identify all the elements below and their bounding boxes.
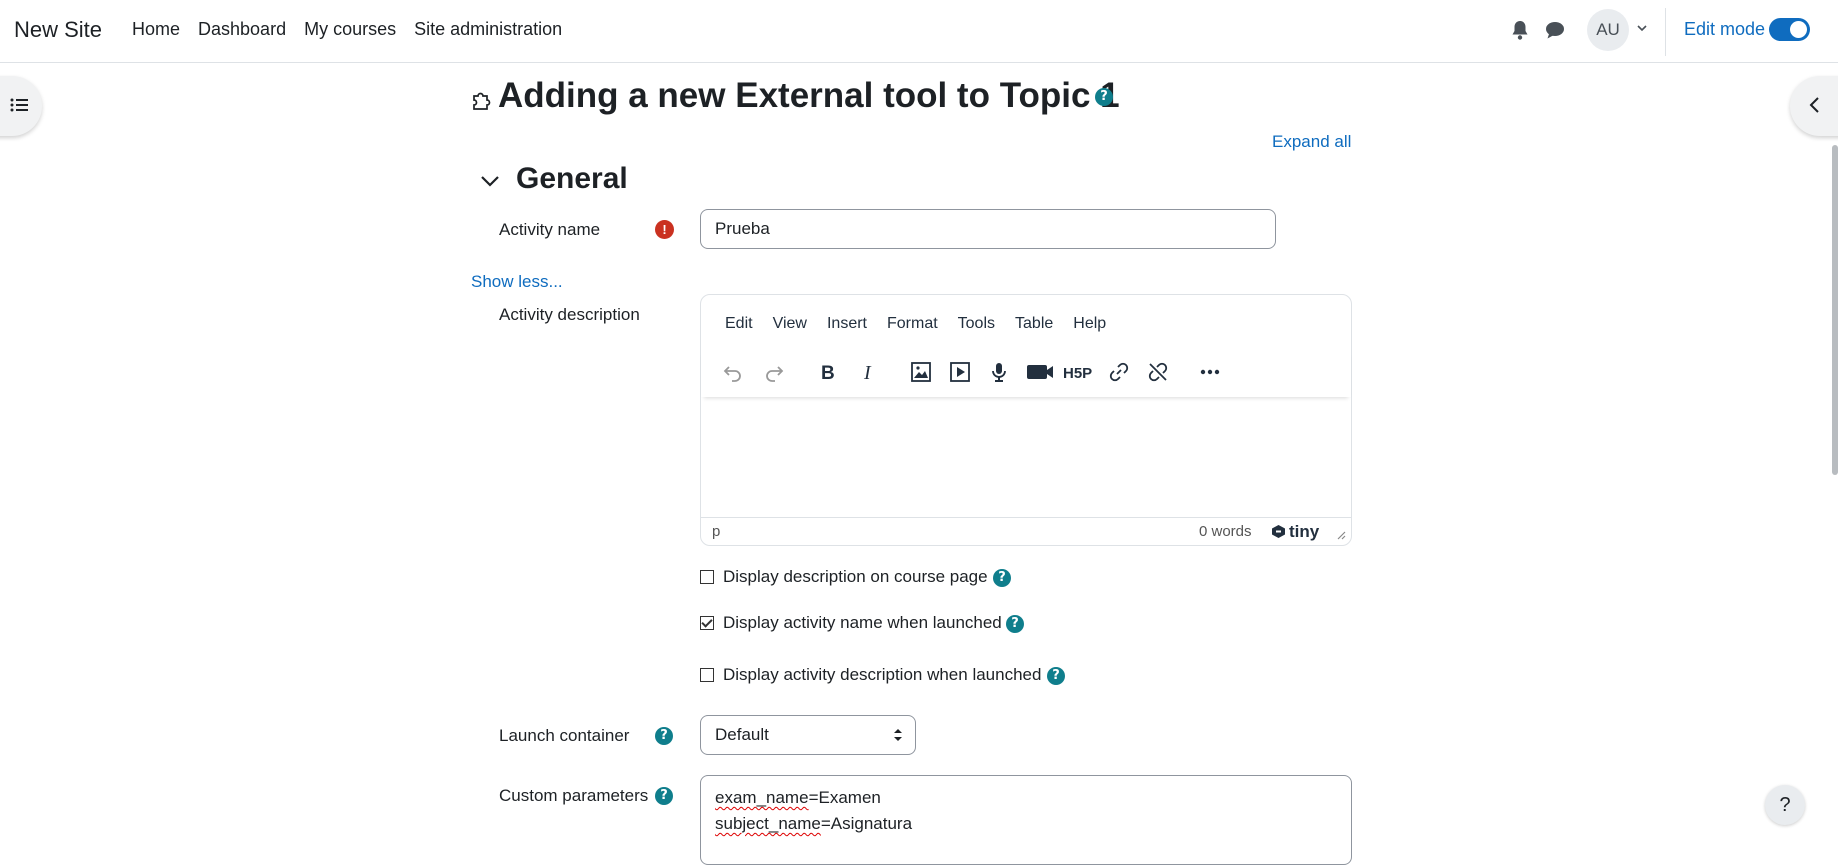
messages-chat-icon[interactable] [1544, 19, 1566, 41]
primary-nav: Home Dashboard My courses Site administr… [132, 19, 580, 40]
italic-icon[interactable]: I [856, 360, 880, 384]
menu-view[interactable]: View [773, 315, 807, 333]
course-index-drawer-toggle[interactable] [0, 76, 42, 136]
element-path[interactable]: p [712, 523, 720, 540]
param-value: =Asignatura [820, 814, 913, 833]
undo-icon[interactable] [721, 360, 745, 384]
help-icon[interactable]: ? [1095, 88, 1113, 106]
display-description-label: Display description on course page [723, 567, 988, 586]
page-scrollbar[interactable] [1832, 145, 1838, 475]
editor-toolbar: B I H5P [701, 347, 1351, 397]
param-key: subject_name [715, 814, 821, 833]
navbar-divider [1665, 8, 1666, 56]
custom-parameter-line: subject_name=Asignatura [715, 811, 1337, 837]
param-value: =Examen [808, 788, 881, 807]
section-title-general[interactable]: General [516, 162, 628, 196]
custom-parameters-label: Custom parameters [499, 786, 649, 805]
svg-text:I: I [863, 362, 872, 384]
display-activity-description-checkbox[interactable] [700, 668, 714, 682]
show-less-link[interactable]: Show less... [471, 272, 563, 292]
help-icon[interactable]: ? [1047, 667, 1065, 685]
rich-text-editor: Edit View Insert Format Tools Table Help… [700, 294, 1352, 546]
menu-edit[interactable]: Edit [725, 315, 753, 333]
list-icon [10, 98, 28, 112]
edit-mode-toggle[interactable] [1769, 18, 1810, 41]
footer-help-button[interactable]: ? [1765, 785, 1805, 825]
menu-tools[interactable]: Tools [958, 315, 995, 333]
block-drawer-toggle[interactable] [1790, 76, 1838, 136]
tiny-brand-text: tiny [1289, 522, 1320, 541]
activity-description-label: Activity description [499, 305, 640, 324]
nav-home[interactable]: Home [132, 19, 180, 40]
help-icon[interactable]: ? [993, 569, 1011, 587]
menu-insert[interactable]: Insert [827, 315, 867, 333]
chevron-down-icon[interactable] [1636, 22, 1648, 34]
launch-container-select[interactable]: Default [700, 715, 916, 755]
custom-parameter-line: exam_name=Examen [715, 785, 1337, 811]
nav-dashboard[interactable]: Dashboard [198, 19, 286, 40]
bold-icon[interactable]: B [815, 360, 839, 384]
edit-mode-label: Edit mode [1684, 19, 1766, 39]
site-brand[interactable]: New Site [14, 17, 102, 43]
tiny-logo[interactable]: tiny [1271, 522, 1319, 542]
editor-statusbar: p 0 words tiny [701, 517, 1351, 545]
param-key: exam_name [715, 788, 809, 807]
svg-text:H5P: H5P [1063, 365, 1092, 382]
chevron-left-icon [1809, 97, 1819, 113]
resize-handle-icon[interactable] [1336, 530, 1346, 540]
nav-my-courses[interactable]: My courses [304, 19, 396, 40]
video-camera-icon[interactable] [1025, 360, 1055, 384]
required-exclamation-icon: ! [655, 220, 674, 239]
link-icon[interactable] [1107, 360, 1131, 384]
more-options-icon[interactable] [1198, 360, 1222, 384]
page-title: Adding a new External tool to Topic 1 [498, 76, 1120, 115]
svg-text:B: B [821, 363, 835, 384]
word-count[interactable]: 0 words [1199, 523, 1252, 540]
chevron-down-icon[interactable] [479, 173, 501, 189]
top-navbar: New Site Home Dashboard My courses Site … [0, 0, 1838, 63]
editor-menubar: Edit View Insert Format Tools Table Help [725, 315, 1126, 333]
media-play-icon[interactable] [948, 360, 972, 384]
select-arrows-icon [894, 729, 902, 741]
menu-format[interactable]: Format [887, 315, 938, 333]
activity-name-input[interactable]: Prueba [700, 209, 1276, 249]
display-activity-name-checkbox[interactable] [700, 616, 714, 630]
tiny-logo-icon [1272, 525, 1285, 538]
activity-name-label: Activity name [499, 220, 601, 239]
nav-site-administration[interactable]: Site administration [414, 19, 562, 40]
expand-all-link[interactable]: Expand all [1272, 132, 1351, 152]
help-icon[interactable]: ? [655, 787, 673, 805]
unlink-icon[interactable] [1146, 360, 1170, 384]
display-activity-name-label: Display activity name when launched [723, 613, 1002, 632]
custom-parameters-textarea[interactable]: exam_name=Examen subject_name=Asignatura [700, 775, 1352, 865]
help-icon[interactable]: ? [655, 727, 673, 745]
user-avatar[interactable]: AU [1587, 9, 1629, 51]
h5p-icon[interactable]: H5P [1063, 360, 1093, 384]
launch-container-label: Launch container [499, 726, 630, 745]
notifications-bell-icon[interactable] [1510, 19, 1530, 41]
microphone-icon[interactable] [987, 360, 1011, 384]
editor-content-area[interactable] [701, 397, 1351, 517]
display-activity-description-label: Display activity description when launch… [723, 665, 1042, 684]
image-icon[interactable] [909, 360, 933, 384]
redo-icon[interactable] [762, 360, 786, 384]
menu-table[interactable]: Table [1015, 315, 1053, 333]
launch-container-value: Default [715, 725, 769, 744]
help-icon[interactable]: ? [1006, 615, 1024, 633]
puzzle-piece-icon [473, 92, 491, 110]
menu-help[interactable]: Help [1073, 315, 1106, 333]
display-description-checkbox[interactable] [700, 570, 714, 584]
